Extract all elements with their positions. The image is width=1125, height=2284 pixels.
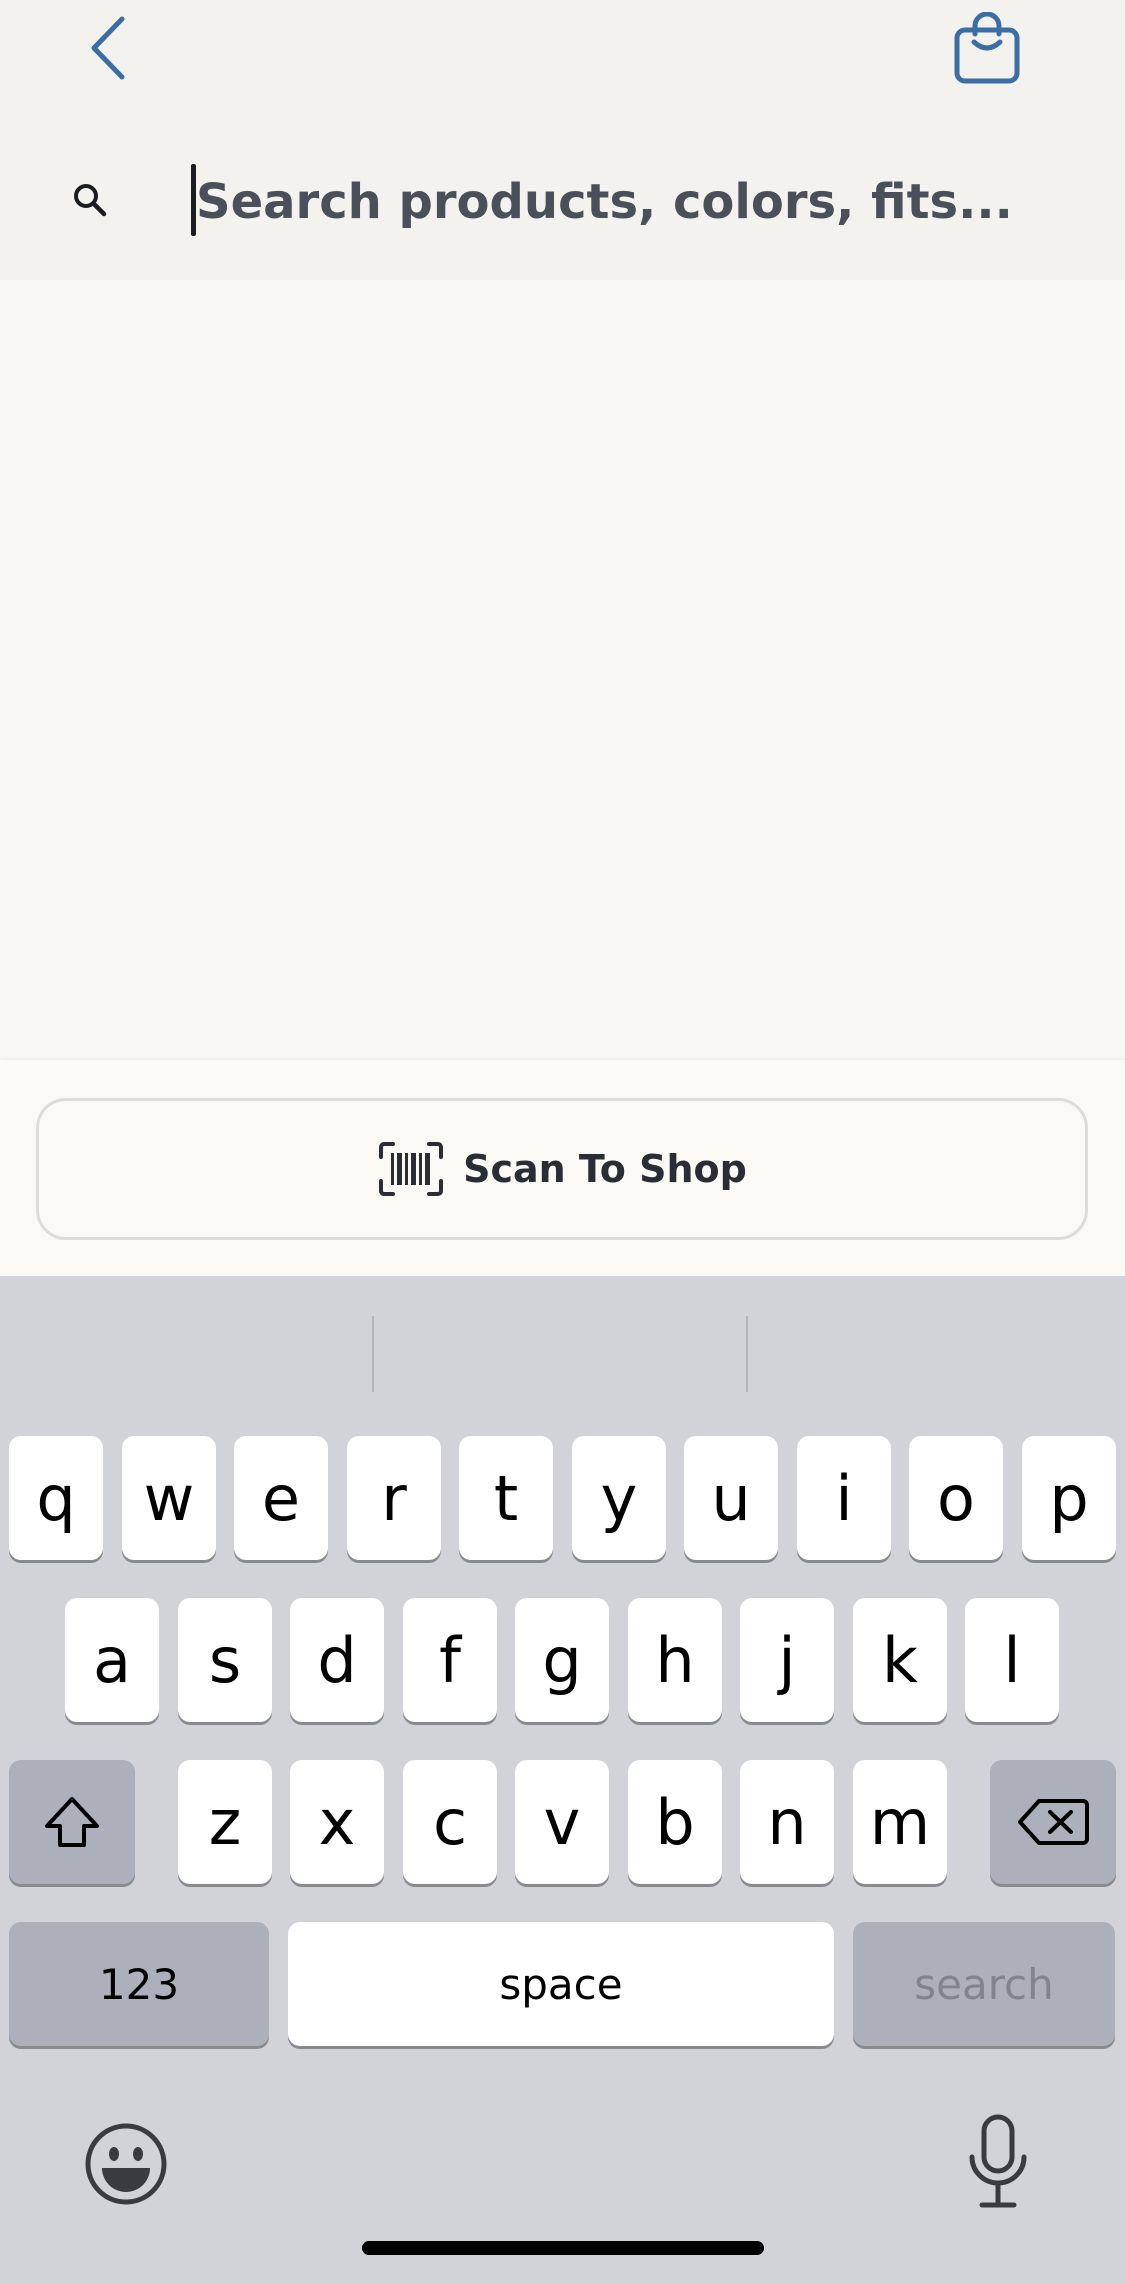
key-j[interactable]: j: [740, 1598, 834, 1722]
shift-key[interactable]: [9, 1760, 135, 1884]
key-m[interactable]: m: [853, 1760, 947, 1884]
key-a[interactable]: a: [65, 1598, 159, 1722]
on-screen-keyboard: q w e r t y u i o p a s d f g h j k l z …: [0, 1276, 1125, 2284]
key-k[interactable]: k: [853, 1598, 947, 1722]
key-y[interactable]: y: [572, 1436, 666, 1560]
microphone-icon: [969, 2114, 1027, 2208]
key-b[interactable]: b: [628, 1760, 722, 1884]
key-o[interactable]: o: [909, 1436, 1003, 1560]
key-f[interactable]: f: [403, 1598, 497, 1722]
key-e[interactable]: e: [234, 1436, 328, 1560]
key-n[interactable]: n: [740, 1760, 834, 1884]
text-cursor: [191, 164, 196, 236]
suggestion-divider: [746, 1316, 748, 1392]
key-w[interactable]: w: [122, 1436, 216, 1560]
key-s[interactable]: s: [178, 1598, 272, 1722]
dictation-button[interactable]: [958, 2110, 1038, 2214]
backspace-icon: [1018, 1799, 1089, 1845]
chevron-left-icon: [91, 16, 125, 80]
key-c[interactable]: c: [403, 1760, 497, 1884]
numbers-key[interactable]: 123: [9, 1922, 269, 2046]
scan-to-shop-button[interactable]: Scan To Shop: [36, 1098, 1088, 1240]
key-h[interactable]: h: [628, 1598, 722, 1722]
key-z[interactable]: z: [178, 1760, 272, 1884]
home-indicator[interactable]: [362, 2241, 764, 2255]
search-icon: [74, 184, 107, 217]
delete-key[interactable]: [990, 1760, 1116, 1884]
key-g[interactable]: g: [515, 1598, 609, 1722]
key-p[interactable]: p: [1022, 1436, 1116, 1560]
key-l[interactable]: l: [965, 1598, 1059, 1722]
search-input[interactable]: [190, 162, 1090, 242]
key-r[interactable]: r: [347, 1436, 441, 1560]
space-key[interactable]: space: [288, 1922, 834, 2046]
shopping-bag-icon: [954, 12, 1020, 84]
app-header: [0, 0, 1125, 280]
key-t[interactable]: t: [459, 1436, 553, 1560]
shopping-bag-button[interactable]: [948, 8, 1026, 88]
key-v[interactable]: v: [515, 1760, 609, 1884]
barcode-icon: [379, 1142, 444, 1196]
back-button[interactable]: [78, 12, 138, 84]
scan-to-shop-label: Scan To Shop: [463, 1147, 747, 1191]
key-u[interactable]: u: [684, 1436, 778, 1560]
scan-section: Scan To Shop: [0, 1060, 1125, 1276]
search-bar: [0, 140, 1125, 265]
key-d[interactable]: d: [290, 1598, 384, 1722]
key-q[interactable]: q: [9, 1436, 103, 1560]
shift-icon: [45, 1797, 99, 1847]
emoji-icon: [85, 2123, 167, 2205]
key-i[interactable]: i: [797, 1436, 891, 1560]
suggestion-divider: [372, 1316, 374, 1392]
search-results-area: [0, 280, 1125, 1060]
key-x[interactable]: x: [290, 1760, 384, 1884]
emoji-button[interactable]: [80, 2118, 172, 2210]
search-key[interactable]: search: [853, 1922, 1115, 2046]
